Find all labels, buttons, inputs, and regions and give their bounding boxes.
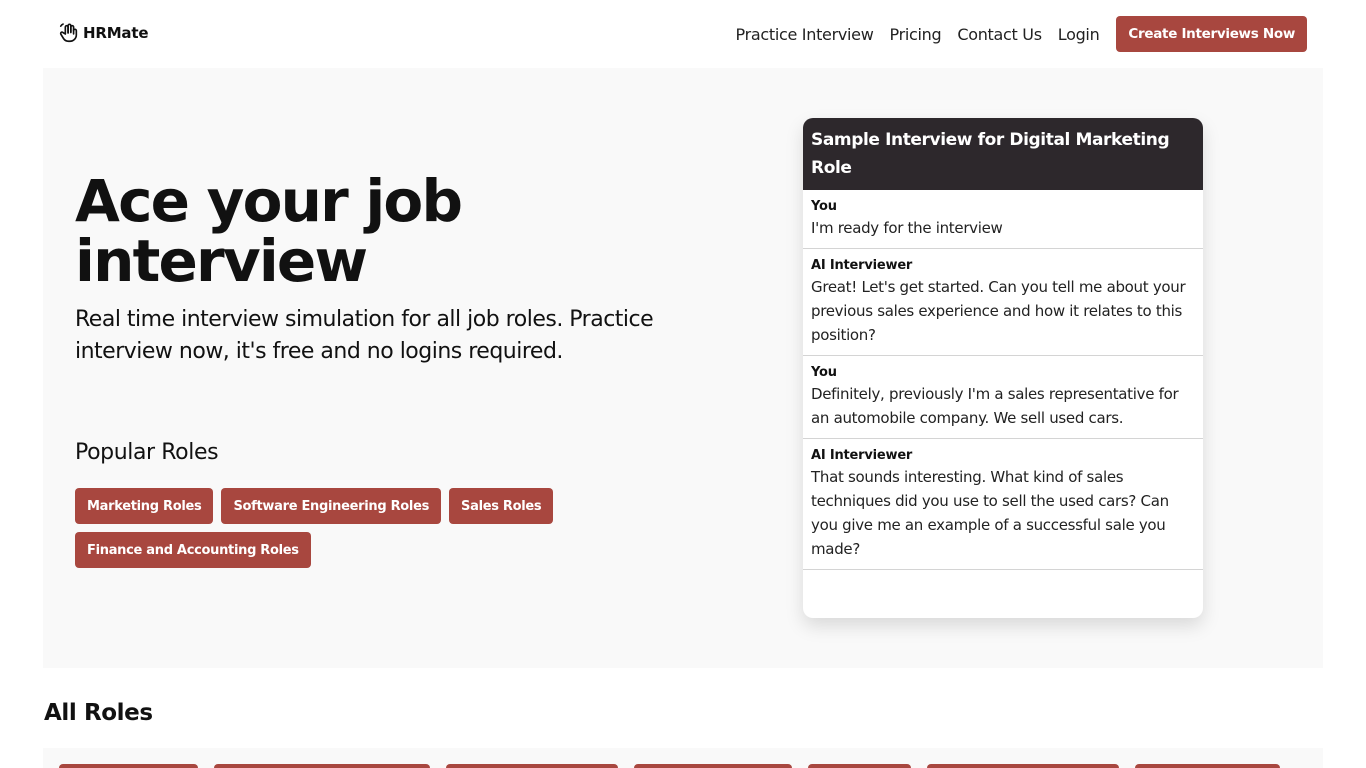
hero-section: Ace your job interview Real time intervi… [43, 68, 1323, 668]
hero-subtitle: Real time interview simulation for all j… [75, 307, 654, 364]
role-chip[interactable] [1135, 764, 1280, 768]
message-sender: AI Interviewer [811, 448, 913, 463]
popular-roles-list: Marketing Roles Software Engineering Rol… [75, 488, 595, 568]
popular-roles-title: Popular Roles [75, 440, 219, 465]
message-sender: AI Interviewer [811, 258, 913, 273]
chat-message: You Definitely, previously I'm a sales r… [803, 356, 1203, 439]
brand-logo[interactable]: HRMate [58, 22, 148, 44]
message-text: Great! Let's get started. Can you tell m… [811, 278, 1186, 344]
create-interviews-button[interactable]: Create Interviews Now [1116, 16, 1307, 52]
all-roles-title: All Roles [44, 700, 153, 726]
brand-name: HRMate [83, 24, 149, 42]
message-sender: You [811, 199, 837, 214]
hand-wave-icon [59, 23, 78, 43]
role-chip[interactable] [808, 764, 911, 768]
message-sender: You [811, 365, 837, 380]
role-chip-marketing[interactable]: Marketing Roles [75, 488, 214, 524]
message-text: That sounds interesting. What kind of sa… [811, 468, 1169, 558]
nav-link-practice-interview[interactable]: Practice Interview [736, 25, 874, 44]
role-chip[interactable] [446, 764, 618, 768]
role-chip[interactable] [59, 764, 198, 768]
role-chip-finance-accounting[interactable]: Finance and Accounting Roles [75, 532, 311, 568]
sample-interview-card: Sample Interview for Digital Marketing R… [803, 118, 1203, 618]
chat-message: You I'm ready for the interview [803, 190, 1203, 249]
role-chip-software-engineering[interactable]: Software Engineering Roles [221, 488, 442, 524]
role-chip[interactable] [927, 764, 1119, 768]
nav-link-pricing[interactable]: Pricing [890, 25, 942, 44]
nav-link-login[interactable]: Login [1058, 25, 1100, 44]
role-chip[interactable] [634, 764, 792, 768]
role-chip-sales[interactable]: Sales Roles [449, 488, 554, 524]
sample-interview-title: Sample Interview for Digital Marketing R… [803, 118, 1203, 190]
top-navigation: HRMate Practice Interview Pricing Contac… [0, 0, 1366, 68]
role-chip[interactable] [214, 764, 430, 768]
chat-message: AI Interviewer Great! Let's get started.… [803, 249, 1203, 356]
chat-message: AI Interviewer That sounds interesting. … [803, 439, 1203, 570]
main-nav: Practice Interview Pricing Contact Us Lo… [736, 16, 1307, 52]
nav-link-contact-us[interactable]: Contact Us [957, 25, 1042, 44]
message-text: Definitely, previously I'm a sales repre… [811, 385, 1179, 427]
hero-headline: Ace your job interview [75, 167, 463, 295]
all-roles-list [43, 748, 1323, 768]
message-text: I'm ready for the interview [811, 219, 1003, 237]
